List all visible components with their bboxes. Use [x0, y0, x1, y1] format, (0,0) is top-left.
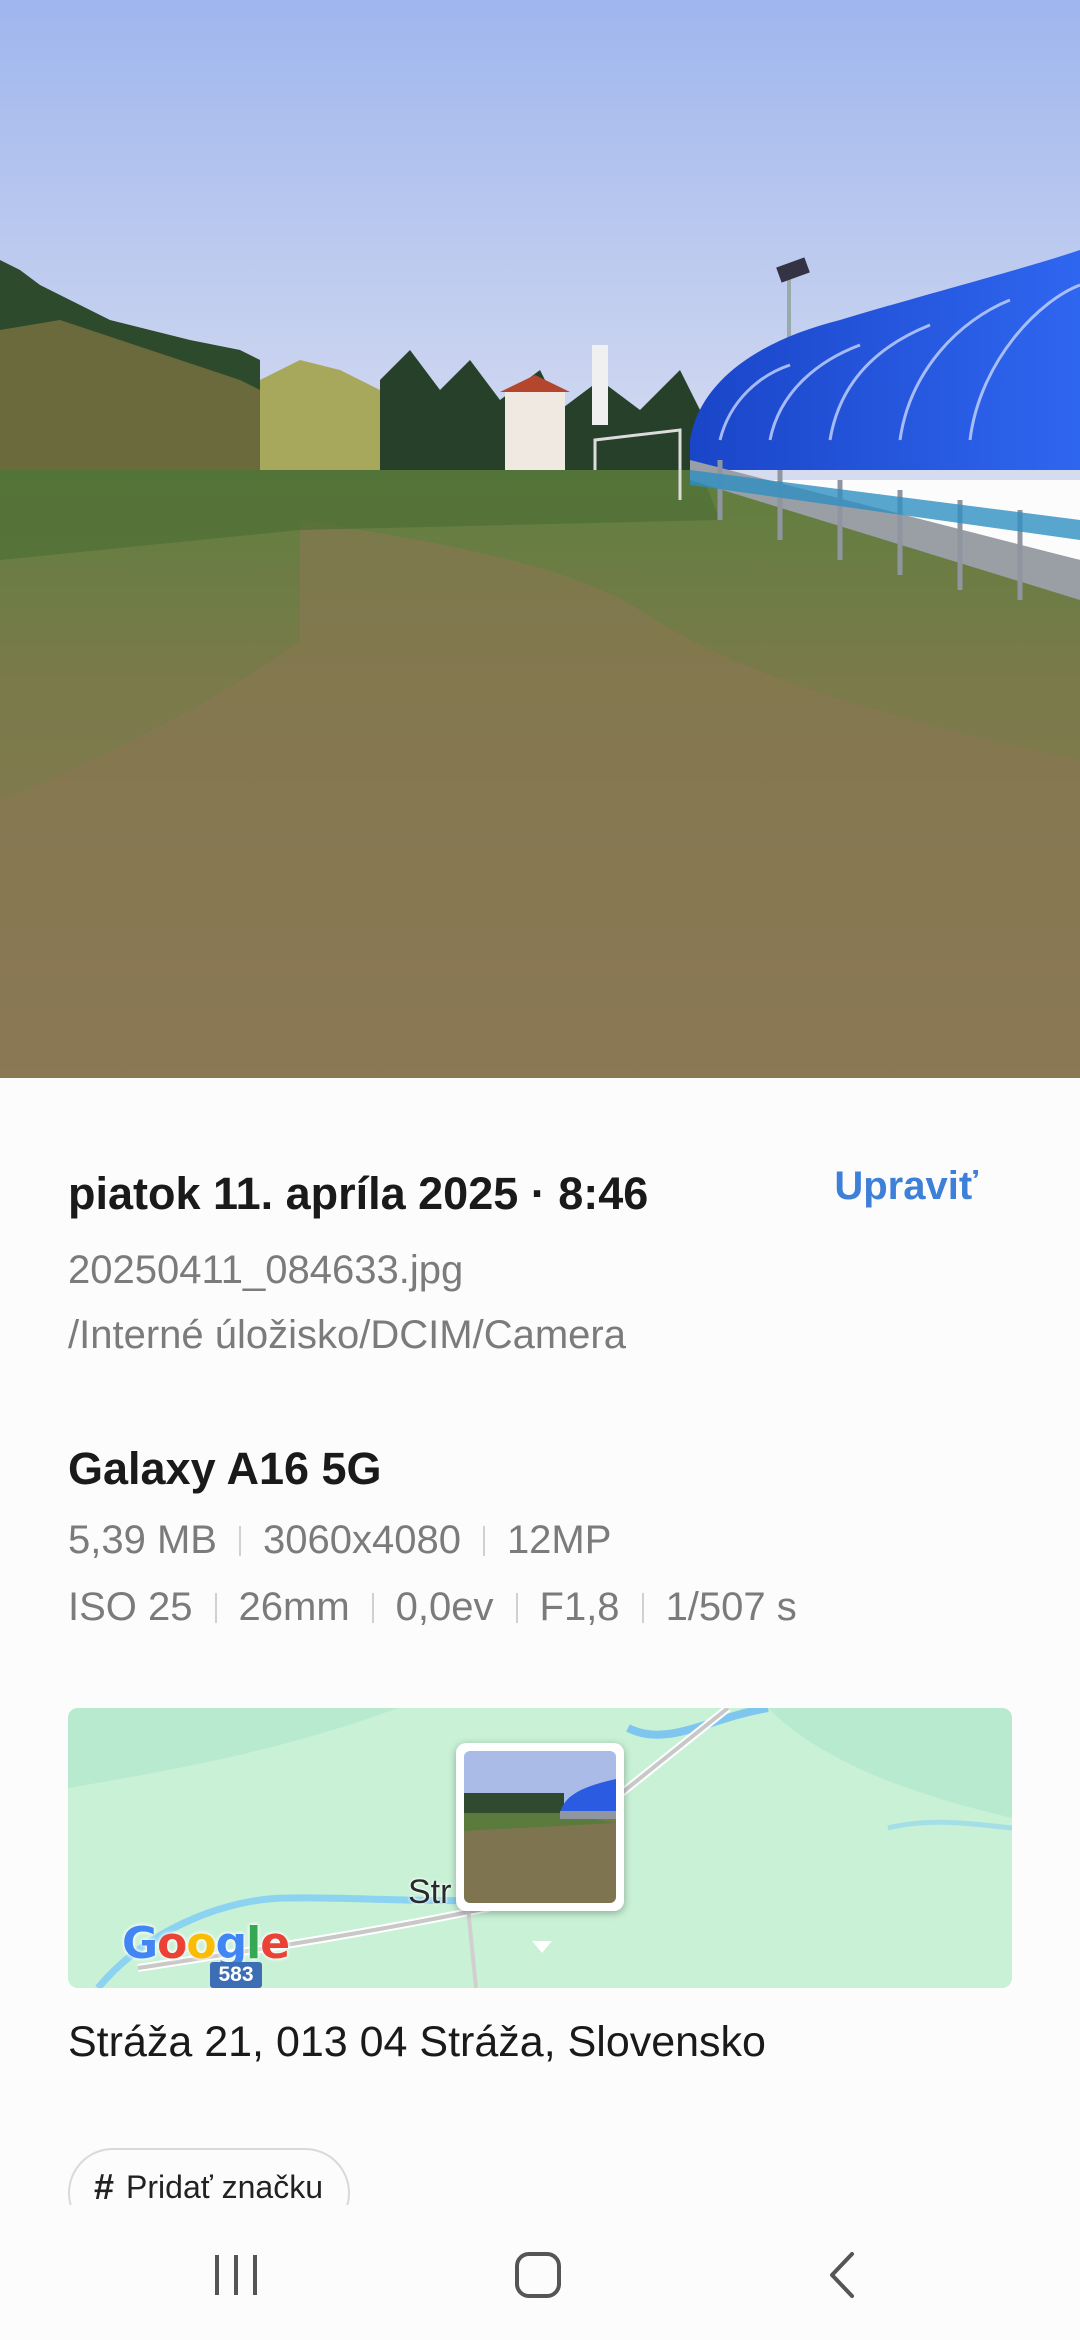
photo-thumbnail — [464, 1751, 616, 1903]
divider — [371, 1592, 374, 1623]
landscape-photo — [0, 0, 1080, 1078]
focal-length: 26mm — [238, 1585, 350, 1629]
back-icon — [830, 2252, 854, 2298]
divider — [238, 1525, 241, 1556]
file-path: /Interné úložisko/DCIM/Camera — [68, 1313, 626, 1357]
divider — [214, 1592, 217, 1623]
device-name: Galaxy A16 5G — [68, 1443, 382, 1494]
map-town-label: Str — [408, 1873, 452, 1911]
add-tag-label: Pridať značku — [126, 2169, 324, 2205]
megapixels: 12MP — [506, 1518, 612, 1562]
edit-button[interactable]: Upraviť — [834, 1164, 978, 1209]
back-button[interactable] — [782, 2225, 902, 2325]
location-map[interactable]: Str Google 583 — [68, 1708, 1012, 1988]
recent-apps-button[interactable] — [176, 2225, 296, 2325]
iso-value: ISO 25 — [68, 1585, 193, 1629]
google-logo: Google — [122, 1918, 290, 1969]
date-row: piatok 11. apríla 2025 · 8:46 Upraviť — [68, 1164, 1012, 1228]
details-panel: piatok 11. apríla 2025 · 8:46 Upraviť 20… — [0, 1078, 1080, 2238]
photo-viewer[interactable] — [0, 0, 1080, 1078]
camera-info-row: ISO 25 26mm 0,0ev F1,8 1/507 s — [68, 1585, 797, 1630]
home-icon — [515, 2252, 561, 2298]
location-address: Stráža 21, 013 04 Stráža, Slovensko — [68, 2018, 766, 2066]
road-number-badge: 583 — [210, 1962, 262, 1988]
aperture: F1,8 — [539, 1585, 620, 1629]
date-time-label: piatok 11. apríla 2025 · 8:46 — [68, 1168, 649, 1219]
divider — [482, 1525, 485, 1556]
home-button[interactable] — [478, 2225, 598, 2325]
map-photo-pin[interactable] — [456, 1743, 624, 1953]
divider — [515, 1592, 518, 1623]
file-name: 20250411_084633.jpg — [68, 1248, 464, 1292]
file-info-row: 5,39 MB 3060x4080 12MP — [68, 1518, 611, 1563]
resolution: 3060x4080 — [262, 1518, 461, 1562]
hash-icon: # — [94, 2166, 115, 2207]
divider — [641, 1592, 644, 1623]
thumbnail-image — [464, 1751, 616, 1903]
navigation-bar — [0, 2205, 1080, 2340]
shutter-speed: 1/507 s — [665, 1585, 797, 1629]
file-size: 5,39 MB — [68, 1518, 217, 1562]
pin-pointer — [532, 1941, 552, 1953]
recent-apps-icon — [215, 2255, 257, 2295]
exposure-value: 0,0ev — [395, 1585, 494, 1629]
